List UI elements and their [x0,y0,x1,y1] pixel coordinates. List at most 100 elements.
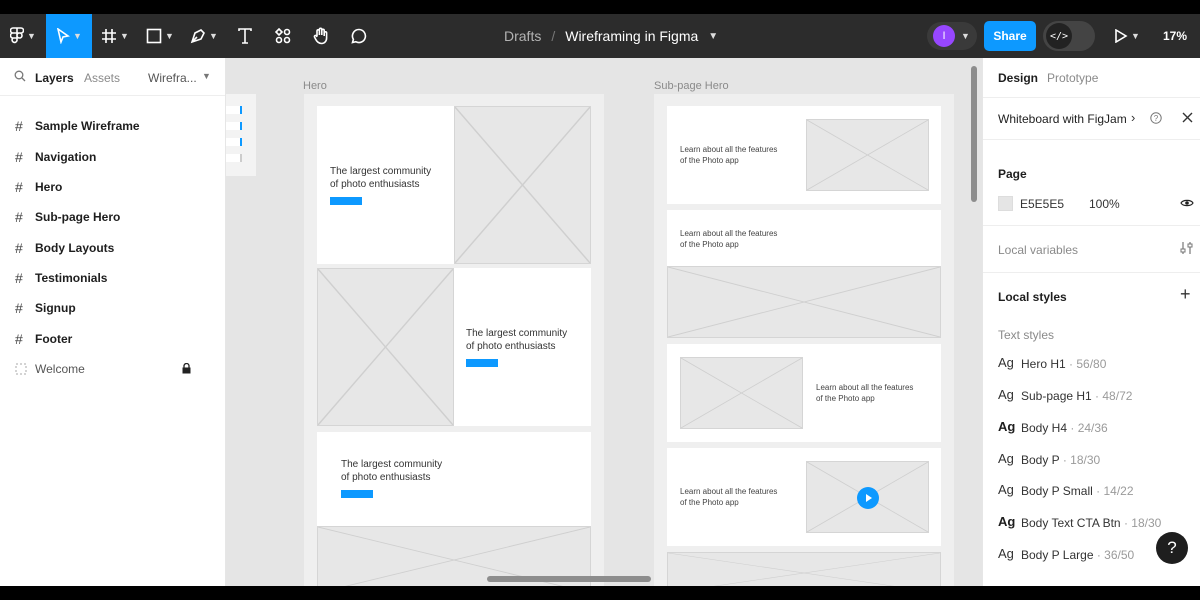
frame-icon: # [15,270,23,286]
hero-headline-line: The largest community [341,459,443,470]
local-variables-row[interactable]: Local variables [983,226,1200,273]
avatar[interactable]: I [933,25,955,47]
text-style-icon: Ag [998,387,1014,402]
page-color-swatch[interactable] [998,196,1013,211]
hero-headline-line: of photo enthusiasts [330,179,420,190]
text-style-item[interactable]: Ag Sub-page H1 · 48/72 [983,387,1200,409]
frame-label-hero[interactable]: Hero [303,80,327,92]
page-selector[interactable]: Wirefra... [148,71,197,85]
text-styles-label: Text styles [998,328,1055,342]
canvas[interactable]: Hero The largest community of photo enthu… [226,58,982,586]
help-icon[interactable]: ? [1150,112,1162,124]
chevron-down-icon[interactable]: ▼ [961,31,970,41]
multiplayer-avatars[interactable]: I ▼ [927,22,977,50]
lock-icon[interactable] [182,363,191,374]
file-name[interactable]: Wireframing in Figma [565,28,698,44]
tab-assets[interactable]: Assets [84,71,120,85]
hero-headline-line: of photo enthusiasts [341,472,431,483]
tab-layers[interactable]: Layers [35,71,74,85]
feature-card[interactable]: Learn about all the features of the Photo… [667,210,941,338]
search-icon[interactable] [14,70,26,82]
hero-headline-line: of photo enthusiasts [466,341,556,352]
text-tool-button[interactable] [226,14,264,58]
feature-text: Learn about all the features of the Photo… [680,144,777,166]
frame-tool-button[interactable]: ▼ [92,14,138,58]
frame-label-subpage-hero[interactable]: Sub-page Hero [654,80,729,92]
horizontal-scrollbar[interactable] [487,576,651,582]
layer-item[interactable]: Welcome [0,355,225,383]
hero-frame[interactable]: The largest community of photo enthusiast… [304,94,604,586]
text-style-item[interactable]: Ag Body P Small · 14/22 [983,482,1200,504]
text-style-meta: · 56/80 [1065,357,1107,371]
layer-item[interactable]: # Sub-page Hero [0,203,225,231]
breadcrumb-project[interactable]: Drafts [504,28,541,44]
code-icon: </> [1046,23,1072,49]
hero-headline: The largest community of photo enthusiast… [466,327,567,353]
present-button[interactable]: ▼ [1114,14,1140,58]
tab-design[interactable]: Design [998,71,1038,85]
feature-text: Learn about all the features of the Photo… [680,228,777,250]
whiteboard-label[interactable]: Whiteboard with FigJam [998,112,1127,126]
layer-item[interactable]: # Footer [0,325,225,353]
text-style-meta: · 18/30 [1120,516,1162,530]
variables-icon[interactable] [1180,241,1193,255]
feature-card[interactable]: Learn about all the features of the Photo… [667,344,941,442]
cta-button [341,490,373,498]
page-section-title: Page [998,167,1027,181]
tab-prototype[interactable]: Prototype [1047,71,1098,85]
properties-panel: Design Prototype Whiteboard with FigJam … [982,58,1200,586]
layer-item[interactable]: # Hero [0,173,225,201]
close-icon[interactable] [1182,112,1193,123]
text-style-item[interactable]: Ag Hero H1 · 56/80 [983,355,1200,377]
text-style-icon: Ag [998,546,1014,561]
chevron-down-icon[interactable]: ▼ [202,71,211,81]
text-style-item[interactable]: Ag Body P · 18/30 [983,451,1200,473]
dev-mode-toggle[interactable]: </> [1043,21,1095,51]
text-style-name: Body P Large [1021,548,1094,562]
page-color-value[interactable]: E5E5E5 [1020,197,1064,211]
text-style-icon: Ag [998,419,1016,434]
layer-item[interactable]: # Navigation [0,143,225,171]
hero-card[interactable]: The largest community of photo enthusiast… [317,268,591,426]
zoom-level[interactable]: 17% [1163,14,1187,58]
layer-item[interactable]: # Body Layouts [0,234,225,262]
text-style-meta: · 24/36 [1067,421,1108,435]
layer-item[interactable]: # Testimonials [0,264,225,292]
feature-card[interactable]: Learn about all the features of the Photo… [667,106,941,204]
move-tool-button[interactable]: ▼ [46,14,92,58]
hero-headline-line: The largest community [330,166,432,177]
main-menu-button[interactable]: ▼ [0,14,46,58]
local-variables-label[interactable]: Local variables [998,243,1078,257]
chevron-right-icon[interactable]: › [1131,110,1135,125]
share-button[interactable]: Share [984,21,1036,51]
hero-card[interactable]: The largest community of photo enthusiast… [317,432,591,586]
pen-tool-button[interactable]: ▼ [182,14,226,58]
hand-tool-button[interactable] [302,14,340,58]
eye-icon[interactable] [1180,198,1194,208]
text-style-name: Body H4 [1021,421,1068,435]
comment-tool-button[interactable] [340,14,378,58]
vertical-scrollbar[interactable] [971,66,977,202]
page-opacity-value[interactable]: 100% [1089,197,1120,211]
layer-label: Body Layouts [35,241,115,255]
present-icon [1115,29,1128,43]
hero-card[interactable]: The largest community of photo enthusiast… [317,106,591,264]
text-style-item[interactable]: Ag Body H4 · 24/36 [983,419,1200,441]
feature-card[interactable] [667,552,941,586]
shape-tool-button[interactable]: ▼ [138,14,182,58]
hand-tool-icon [313,27,328,45]
whiteboard-banner[interactable]: Whiteboard with FigJam › ? [983,98,1200,140]
layer-item[interactable]: # Signup [0,294,225,322]
resources-button[interactable] [264,14,302,58]
layer-label: Sample Wireframe [35,119,140,133]
add-style-icon[interactable]: + [1180,284,1191,305]
chevron-down-icon[interactable]: ▼ [708,31,718,42]
layer-item[interactable]: # Sample Wireframe [0,112,225,140]
feature-line: of the Photo app [680,498,739,507]
navigation-frame[interactable] [226,94,256,176]
help-button[interactable]: ? [1156,532,1188,564]
chevron-down-icon: ▼ [73,31,82,41]
subpage-hero-frame[interactable]: Learn about all the features of the Photo… [654,94,954,586]
feature-card[interactable]: Learn about all the features of the Photo… [667,448,941,546]
text-style-label: Body H4 · 24/36 [1021,421,1108,435]
